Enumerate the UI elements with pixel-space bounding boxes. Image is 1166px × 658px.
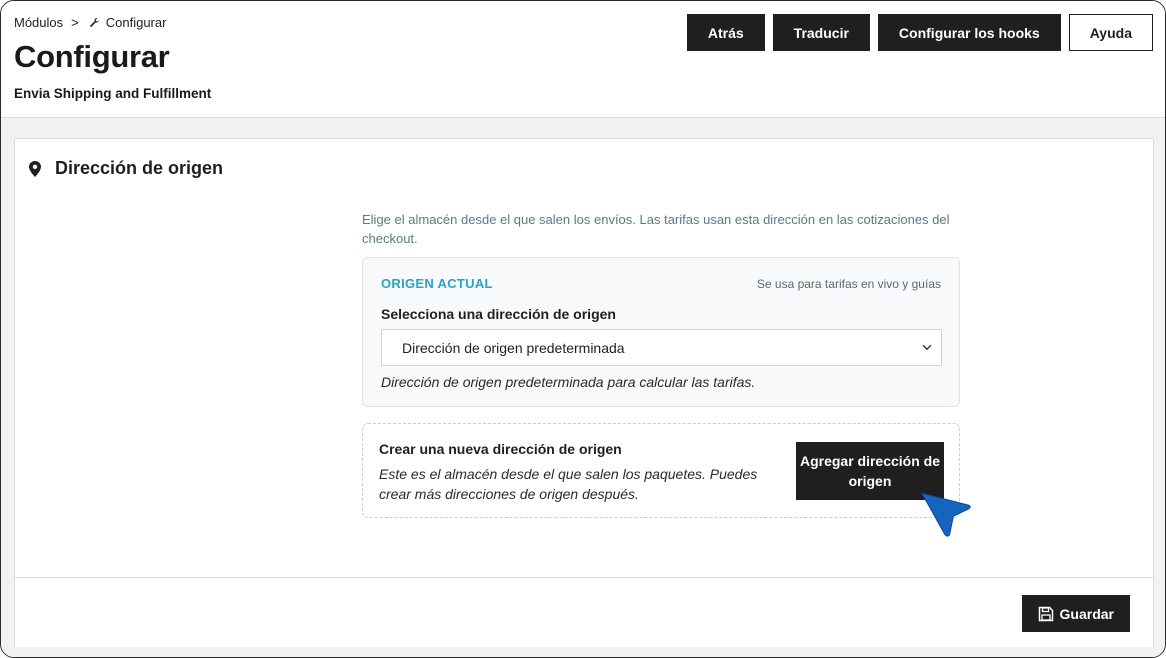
floppy-disk-icon xyxy=(1038,606,1053,621)
breadcrumb-modules-link[interactable]: Módulos xyxy=(14,15,63,30)
breadcrumb-current: Configurar xyxy=(105,15,167,30)
module-name: Envia Shipping and Fulfillment xyxy=(14,86,212,101)
wrench-icon xyxy=(89,17,99,27)
current-origin-label: ORIGEN ACTUAL xyxy=(381,276,493,291)
current-origin-note: Se usa para tarifas en vivo y guías xyxy=(756,277,941,291)
create-origin-title: Crear una nueva dirección de origen xyxy=(379,441,622,457)
breadcrumb: Módulos > Configurar xyxy=(14,15,166,30)
panel-header: Dirección de origen xyxy=(29,158,223,179)
origin-help-text: Elige el almacén desde el que salen los … xyxy=(362,212,950,246)
origin-select-value: Dirección de origen predeterminada xyxy=(402,339,625,356)
help-button[interactable]: Ayuda xyxy=(1068,14,1153,51)
panel-title: Dirección de origen xyxy=(55,158,224,178)
breadcrumb-separator: > xyxy=(71,15,79,30)
mouse-pointer-icon xyxy=(920,492,971,537)
chevron-down-icon xyxy=(922,344,932,351)
origin-address-panel: Dirección de origen Elige el almacén des… xyxy=(14,138,1154,647)
translate-button[interactable]: Traducir xyxy=(772,14,870,51)
current-origin-card: ORIGEN ACTUAL Se usa para tarifas en viv… xyxy=(362,257,960,407)
origin-select-help: Dirección de origen predeterminada para … xyxy=(381,374,756,390)
back-button[interactable]: Atrás xyxy=(686,14,765,51)
toolbar: Atrás Traducir Configurar los hooks Ayud… xyxy=(686,14,1153,51)
panel-footer: Guardar xyxy=(15,577,1153,647)
app-window: Módulos > Configurar Configurar Envia Sh… xyxy=(0,0,1166,658)
page-header: Módulos > Configurar Configurar Envia Sh… xyxy=(1,1,1165,118)
save-button[interactable]: Guardar xyxy=(1021,595,1130,632)
origin-address-select[interactable]: Dirección de origen predeterminada xyxy=(381,329,942,366)
origin-select-label: Selecciona una dirección de origen xyxy=(381,306,616,322)
configure-hooks-button[interactable]: Configurar los hooks xyxy=(877,14,1061,51)
map-pin-icon xyxy=(29,160,41,177)
create-origin-description: Este es el almacén desde el que salen lo… xyxy=(379,466,758,502)
create-origin-card: Crear una nueva dirección de origen Este… xyxy=(362,423,960,518)
save-button-label: Guardar xyxy=(1059,605,1114,622)
page-title: Configurar xyxy=(14,39,170,74)
